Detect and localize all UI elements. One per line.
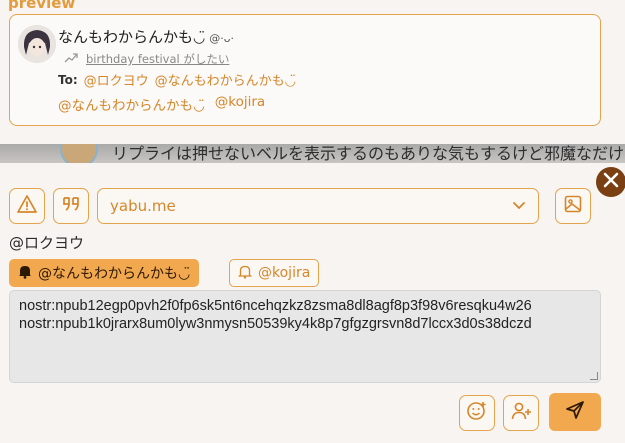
note-line: nostr:npub12egp0pvh2f0fp6sk5nt6ncehqzkz8… bbox=[19, 298, 532, 314]
to-mention[interactable]: @なんもわからんかも◡̈ bbox=[155, 70, 296, 89]
author-handle: @·ᴗ· bbox=[209, 32, 234, 45]
author-name: なんもわからんかも bbox=[58, 28, 194, 46]
send-icon bbox=[565, 400, 585, 424]
body-mention[interactable]: @kojira bbox=[215, 94, 265, 114]
relay-value: yabu.me bbox=[110, 197, 176, 215]
emoji-icon bbox=[466, 400, 488, 426]
chevron-down-icon bbox=[512, 197, 526, 215]
body-mention[interactable]: @なんもわからんかも◡̈ bbox=[58, 94, 205, 114]
emoji-button[interactable] bbox=[459, 395, 495, 431]
to-line: To: @ロクヨウ @なんもわからんかも◡̈ bbox=[58, 70, 296, 90]
add-user-icon bbox=[510, 400, 532, 426]
preview-label: preview bbox=[8, 0, 76, 12]
quote-icon bbox=[61, 194, 81, 218]
timeline-avatar bbox=[60, 144, 98, 163]
send-button[interactable] bbox=[549, 393, 601, 431]
content-warning-button[interactable] bbox=[9, 188, 45, 224]
note-line: nostr:npub1k0jrarx8um0lyw3nmysn50539ky4k… bbox=[19, 316, 532, 332]
notify-chip-label: @kojira bbox=[258, 265, 311, 281]
repost-link[interactable]: birthday festival がしたい bbox=[86, 51, 229, 67]
notify-chip-label: @なんもわからんかも◡̈ bbox=[38, 266, 191, 282]
avatar bbox=[18, 25, 56, 63]
bell-icon bbox=[237, 264, 253, 283]
to-label: To: bbox=[58, 72, 78, 87]
notify-chip-inactive[interactable]: @kojira bbox=[229, 259, 320, 287]
relay-select[interactable]: yabu.me bbox=[97, 188, 539, 224]
preview-card: なんもわからんかも◡̈ @·ᴗ· birthday festival がしたい T… bbox=[9, 14, 601, 126]
author-face: ◡̈ bbox=[193, 30, 206, 46]
warning-icon bbox=[17, 194, 37, 218]
mention-user-button[interactable] bbox=[503, 395, 539, 431]
author-line: なんもわからんかも◡̈ @·ᴗ· bbox=[58, 26, 234, 47]
reply-to-label: @ロクヨウ bbox=[9, 234, 85, 252]
to-mention[interactable]: @ロクヨウ bbox=[84, 70, 149, 89]
notify-chip-active[interactable]: @なんもわからんかも◡̈ bbox=[9, 259, 200, 287]
note-textarea[interactable]: nostr:npub12egp0pvh2f0fp6sk5nt6ncehqzkz8… bbox=[9, 290, 601, 383]
resize-handle[interactable] bbox=[590, 372, 598, 380]
timeline-text: リプライは押せないベルを表示するのもありな気もするけど邪魔なだけな bbox=[112, 144, 625, 163]
repost-icon bbox=[64, 52, 78, 67]
image-icon bbox=[563, 194, 583, 218]
body-mentions: @なんもわからんかも◡̈ @kojira bbox=[58, 94, 265, 114]
timeline-peek: リプライは押せないベルを表示するのもありな気もするけど邪魔なだけな bbox=[0, 144, 625, 163]
add-image-button[interactable] bbox=[555, 188, 591, 224]
close-icon bbox=[602, 171, 620, 193]
quote-button[interactable] bbox=[53, 188, 89, 224]
close-button[interactable] bbox=[596, 167, 625, 197]
bell-icon bbox=[18, 264, 32, 283]
repost-line: birthday festival がしたい bbox=[64, 51, 229, 67]
